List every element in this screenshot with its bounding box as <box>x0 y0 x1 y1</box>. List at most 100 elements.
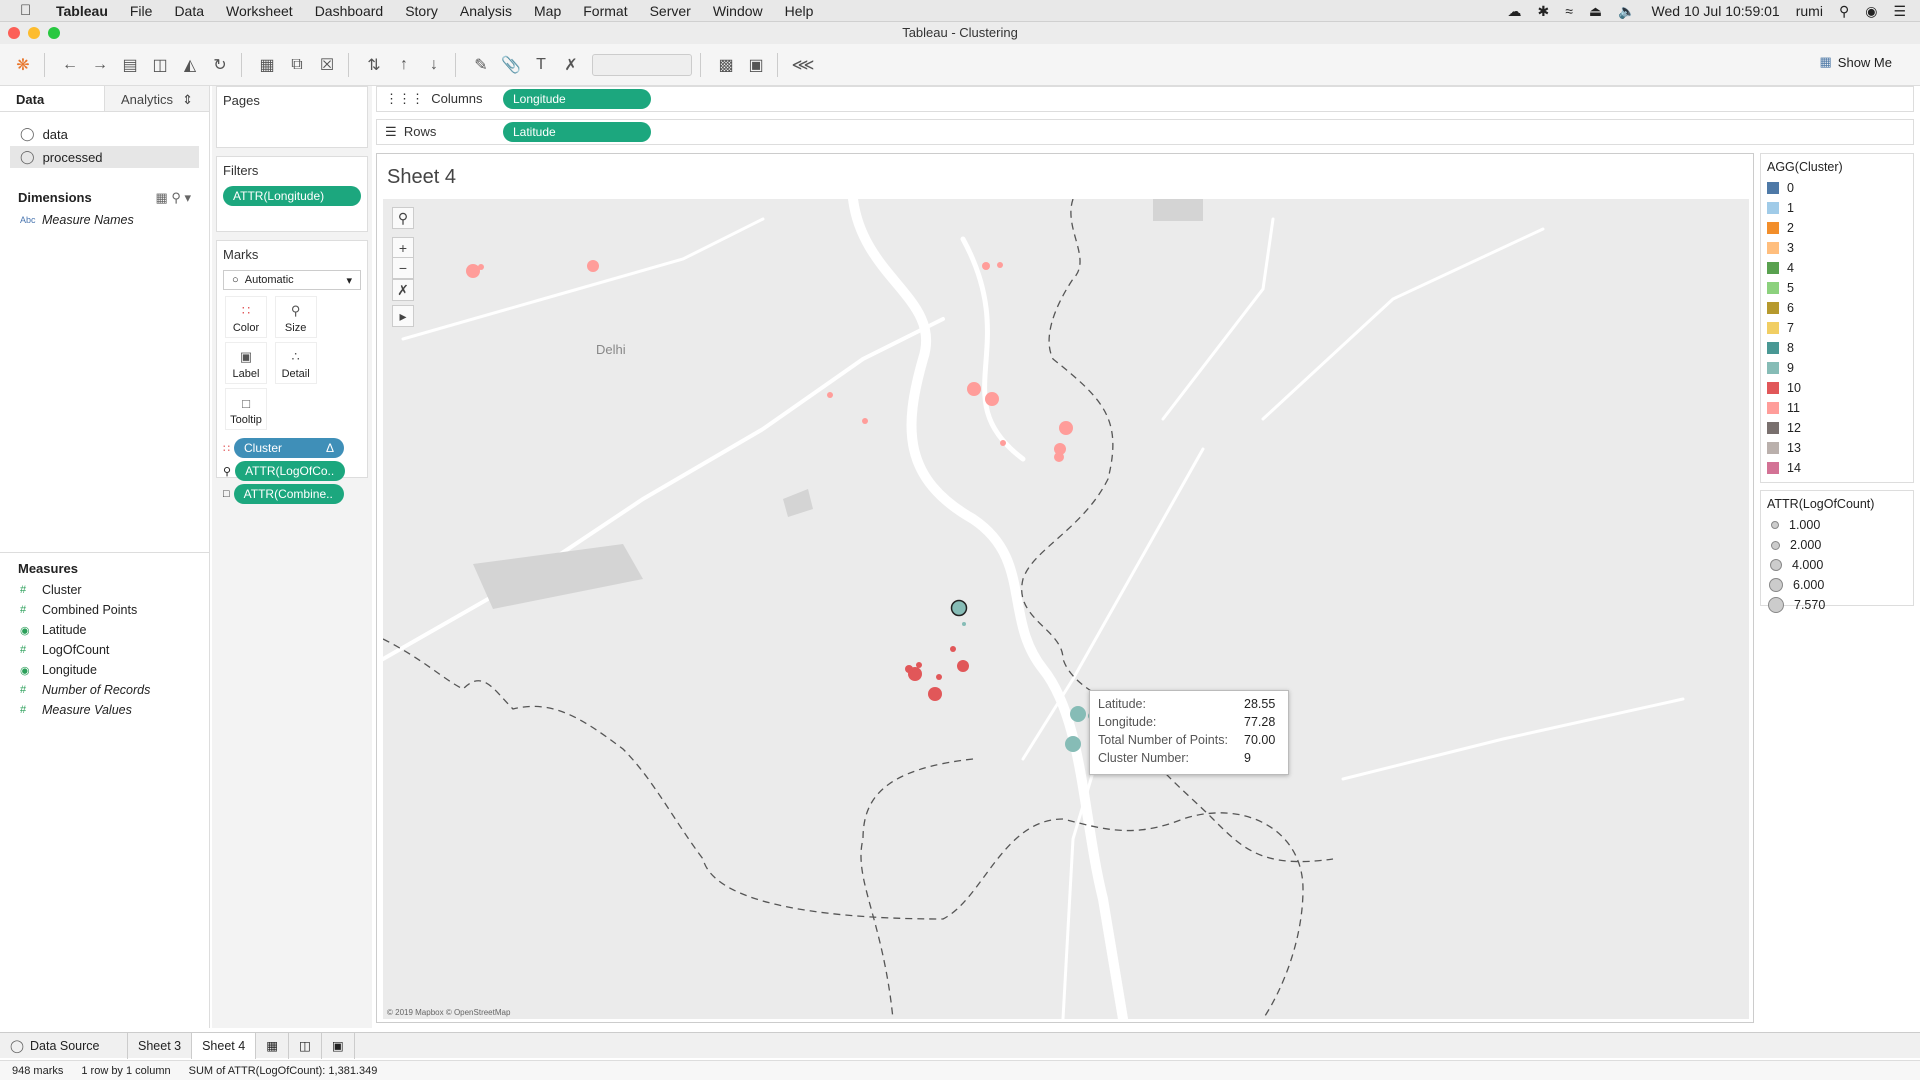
cluster-mark[interactable] <box>928 687 942 701</box>
cluster-mark[interactable] <box>587 260 599 272</box>
cloud-icon[interactable]: ☁ <box>1507 3 1521 20</box>
menu-map[interactable]: Map <box>534 3 561 19</box>
map-search-button[interactable]: ⚲ <box>392 207 414 229</box>
menu-worksheet[interactable]: Worksheet <box>226 3 293 19</box>
refresh-icon[interactable]: ↻ <box>207 52 233 78</box>
size-button[interactable]: ⚲ Size <box>274 296 317 338</box>
color-button[interactable]: ∷ Color <box>225 296 267 338</box>
cluster-mark[interactable] <box>905 665 913 673</box>
cluster-legend-item[interactable]: 9 <box>1761 358 1913 378</box>
fit-dropdown[interactable] <box>592 53 692 76</box>
tooltip-button[interactable]: □ Tooltip <box>225 388 267 430</box>
cluster-mark[interactable] <box>997 262 1003 268</box>
longitude-pill[interactable]: Longitude <box>503 89 651 109</box>
cluster-mark[interactable] <box>466 264 480 278</box>
menu-story[interactable]: Story <box>405 3 438 19</box>
cluster-legend-item[interactable]: 7 <box>1761 318 1913 338</box>
cluster-pill[interactable]: Cluster Δ <box>234 438 344 458</box>
show-me-button[interactable]: ▦ Show Me <box>1820 54 1893 70</box>
measure-field[interactable]: # LogOfCount <box>0 640 209 660</box>
eject-icon[interactable]: ⏏ <box>1589 3 1602 20</box>
save-icon[interactable]: ▤ <box>117 52 143 78</box>
reset-map-button[interactable]: ✗ <box>392 279 414 301</box>
sort-ascending-icon[interactable]: ↑ <box>391 52 417 78</box>
tab-data[interactable]: Data <box>0 86 105 111</box>
cluster-mark[interactable] <box>862 418 868 424</box>
cluster-legend-item[interactable]: 2 <box>1761 218 1913 238</box>
bluetooth-icon[interactable]: ✱ <box>1537 3 1549 20</box>
cluster-mark[interactable] <box>916 662 922 668</box>
label-button[interactable]: ▣ Label <box>225 342 267 384</box>
minimize-window-button[interactable] <box>28 27 40 39</box>
tab-sheet-4[interactable]: Sheet 4 <box>192 1032 257 1059</box>
columns-shelf[interactable]: ⋮⋮⋮ Columns Longitude <box>376 86 1914 112</box>
highlight-icon[interactable]: ✎ <box>468 52 494 78</box>
cluster-mark[interactable] <box>936 674 942 680</box>
cluster-mark[interactable] <box>827 392 833 398</box>
cluster-legend-item[interactable]: 8 <box>1761 338 1913 358</box>
cluster-mark[interactable] <box>1000 440 1006 446</box>
cluster-mark[interactable] <box>1059 421 1073 435</box>
cluster-mark-selected[interactable] <box>950 599 968 617</box>
cluster-mark[interactable] <box>1070 706 1086 722</box>
combined-pill[interactable]: ATTR(Combine.. <box>233 484 344 504</box>
cluster-legend-item[interactable]: 1 <box>1761 198 1913 218</box>
latitude-pill[interactable]: Latitude <box>503 122 651 142</box>
redo-icon[interactable]: → <box>87 52 113 78</box>
measure-field[interactable]: # Number of Records <box>0 680 209 700</box>
size-legend-item[interactable]: 2.000 <box>1761 535 1913 555</box>
tab-sheet-3[interactable]: Sheet 3 <box>128 1032 193 1059</box>
detail-button[interactable]: ∴ Detail <box>274 342 317 384</box>
dimension-field[interactable]: Abc Measure Names <box>0 210 209 230</box>
mark-type-dropdown[interactable]: ○ Automatic ▾ <box>223 270 361 290</box>
show-cards-icon[interactable]: ▩ <box>713 52 739 78</box>
cluster-mark[interactable] <box>985 392 999 406</box>
cluster-legend-item[interactable]: 5 <box>1761 278 1913 298</box>
pause-updates-icon[interactable]: ◭ <box>177 52 203 78</box>
cluster-legend-item[interactable]: 14 <box>1761 458 1913 478</box>
measure-field[interactable]: # Combined Points <box>0 600 209 620</box>
undo-icon[interactable]: ← <box>57 52 83 78</box>
measure-field[interactable]: ◉ Longitude <box>0 660 209 680</box>
cluster-mark[interactable] <box>1054 452 1064 462</box>
close-window-button[interactable] <box>8 27 20 39</box>
new-story-tab-button[interactable]: ▣ <box>322 1032 355 1059</box>
volume-icon[interactable]: 🔈 <box>1618 3 1635 20</box>
cluster-mark[interactable] <box>950 646 956 652</box>
pages-card[interactable]: Pages <box>216 86 368 148</box>
cluster-mark[interactable] <box>478 264 484 270</box>
menu-file[interactable]: File <box>130 3 153 19</box>
zoom-in-button[interactable]: + <box>392 237 414 259</box>
tableau-logo-icon[interactable]: ❋ <box>10 52 36 78</box>
new-data-source-icon[interactable]: ◫ <box>147 52 173 78</box>
menubar-clock[interactable]: Wed 10 Jul 10:59:01 <box>1652 3 1780 19</box>
size-legend-item[interactable]: 6.000 <box>1761 575 1913 595</box>
menubar-user[interactable]: rumi <box>1796 3 1823 19</box>
cluster-legend-item[interactable]: 13 <box>1761 438 1913 458</box>
menu-analysis[interactable]: Analysis <box>460 3 512 19</box>
menu-window[interactable]: Window <box>713 3 763 19</box>
search-icon[interactable]: ⚲ <box>1839 3 1849 20</box>
size-legend-item[interactable]: 7.570 <box>1761 595 1913 615</box>
rows-shelf[interactable]: ☰ Rows Latitude <box>376 119 1914 145</box>
cluster-legend-item[interactable]: 4 <box>1761 258 1913 278</box>
data-source-item[interactable]: ◯ data <box>0 122 209 146</box>
size-legend-item[interactable]: 1.000 <box>1761 515 1913 535</box>
menu-format[interactable]: Format <box>583 3 627 19</box>
map-view[interactable]: Delhi ⚲ + − ✗ ▸ © 2019 Mapbox © OpenStre… <box>383 199 1749 1019</box>
sort-descending-icon[interactable]: ↓ <box>421 52 447 78</box>
filters-card[interactable]: Filters ATTR(Longitude) <box>216 156 368 232</box>
cluster-mark[interactable] <box>962 622 966 626</box>
cluster-legend-item[interactable]: 10 <box>1761 378 1913 398</box>
cluster-legend-item[interactable]: 11 <box>1761 398 1913 418</box>
presentation-mode-icon[interactable]: ▣ <box>743 52 769 78</box>
logofcount-pill[interactable]: ATTR(LogOfCo.. <box>235 461 346 481</box>
list-icon[interactable]: ☰ <box>1893 3 1906 20</box>
wifi-icon[interactable]: ≈ <box>1565 3 1573 19</box>
swap-icon[interactable]: ⇅ <box>361 52 387 78</box>
clear-sheet-icon[interactable]: ☒ <box>314 52 340 78</box>
apple-icon[interactable]:  <box>20 2 38 19</box>
cluster-legend-item[interactable]: 0 <box>1761 178 1913 198</box>
measure-field[interactable]: # Measure Values <box>0 700 209 720</box>
zoom-out-button[interactable]: − <box>392 257 414 279</box>
